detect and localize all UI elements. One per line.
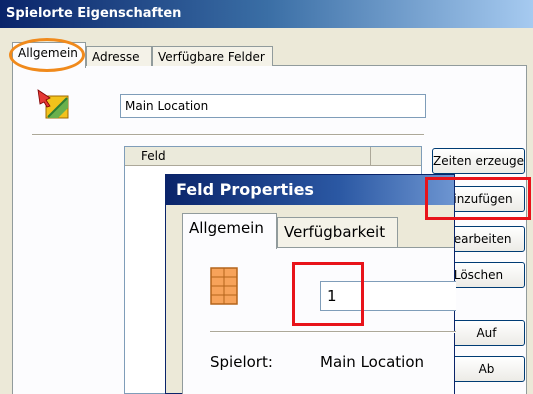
divider	[32, 134, 424, 136]
highlight-box-hinzufuegen	[425, 177, 531, 220]
window-titlebar: Spielorte Eigenschaften	[0, 0, 533, 28]
location-arrow-icon	[37, 89, 69, 119]
dialog-title: Feld Properties	[176, 180, 314, 199]
dialog-tab-verfuegbarkeit[interactable]: Verfügbarkeit	[277, 217, 398, 247]
location-name-input[interactable]: Main Location	[120, 94, 426, 118]
tab-verfuegbare-felder[interactable]: Verfügbare Felder	[152, 46, 273, 66]
window-title: Spielorte Eigenschaften	[6, 6, 182, 21]
ab-button[interactable]: Ab	[448, 356, 525, 382]
feld-properties-dialog: Feld Properties Allgemein Verfügbarkeit …	[165, 174, 456, 394]
dialog-tab-allgemein[interactable]: Allgemein	[182, 213, 277, 249]
spielort-value: Main Location	[320, 353, 425, 371]
highlight-box-field	[292, 262, 364, 326]
spielort-label: Spielort:	[210, 353, 273, 371]
spielorte-window: Spielorte Eigenschaften Allgemein Adress…	[0, 0, 533, 394]
column-header-feld[interactable]: Feld	[125, 147, 371, 165]
field-grid-icon	[210, 267, 238, 305]
highlight-circle	[9, 38, 85, 72]
zeiten-erzeugen-button[interactable]: Zeiten erzeugen	[432, 148, 525, 174]
list-header: Feld	[125, 147, 421, 166]
dialog-divider	[210, 331, 456, 333]
tab-adresse[interactable]: Adresse	[86, 46, 152, 66]
dialog-titlebar: Feld Properties	[166, 175, 454, 205]
auf-button[interactable]: Auf	[448, 320, 525, 346]
